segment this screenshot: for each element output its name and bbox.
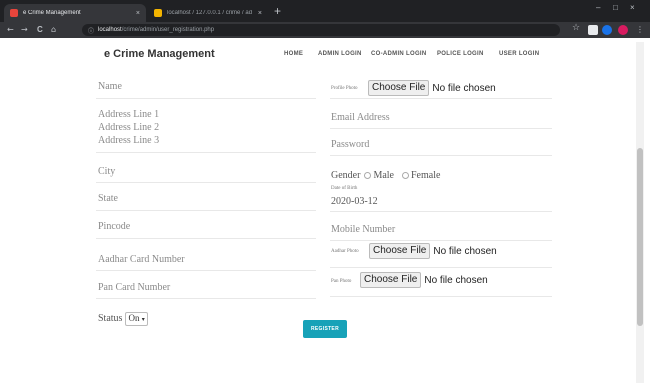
password-input[interactable]: Password bbox=[331, 138, 369, 151]
aadhar-photo-label: Aadhar Photo bbox=[331, 249, 359, 254]
address-bar[interactable]: ⓘ localhost /crime/admin/user_registrati… bbox=[82, 24, 560, 36]
status-value: On bbox=[128, 313, 140, 323]
name-underline bbox=[96, 98, 316, 99]
gender-male-radio[interactable] bbox=[364, 172, 372, 180]
choose-file-button[interactable]: Choose File bbox=[369, 243, 431, 259]
home-icon[interactable]: ⌂ bbox=[51, 24, 56, 36]
aadhar-photo-file-input[interactable]: Choose File No file chosen bbox=[369, 243, 497, 259]
dob-label: Date of Birth bbox=[331, 186, 358, 191]
pan-number-input[interactable]: Pan Card Number bbox=[98, 281, 170, 294]
site-info-icon[interactable]: ⓘ bbox=[88, 26, 94, 35]
aadhar-number-underline bbox=[96, 270, 316, 271]
address-underline bbox=[96, 152, 316, 153]
profile-photo-label: Profile Photo bbox=[331, 86, 358, 91]
pincode-input[interactable]: Pincode bbox=[98, 220, 130, 233]
profile-photo-underline bbox=[330, 98, 552, 99]
state-underline bbox=[96, 210, 316, 211]
file-status: No file chosen bbox=[424, 274, 488, 286]
city-underline bbox=[96, 182, 316, 183]
address-line-3: Address Line 3 bbox=[98, 135, 160, 146]
scrollbar-thumb[interactable] bbox=[637, 148, 643, 326]
pincode-underline bbox=[96, 238, 316, 239]
tab-favicon-icon bbox=[154, 9, 162, 17]
nav-admin-login[interactable]: ADMIN LOGIN bbox=[318, 51, 362, 57]
gender-female-label[interactable]: Female bbox=[411, 170, 440, 181]
nav-user-login[interactable]: USER LOGIN bbox=[499, 51, 539, 57]
address-line-1: Address Line 1 bbox=[98, 109, 160, 120]
profile-avatar-icon[interactable] bbox=[618, 25, 628, 35]
state-input[interactable]: State bbox=[98, 192, 118, 205]
tab-crime-management[interactable]: e Crime Management × bbox=[4, 4, 146, 22]
address-textarea[interactable]: Address Line 1 Address Line 2 Address Li… bbox=[98, 108, 159, 147]
aadhar-photo-underline bbox=[330, 267, 552, 268]
status-field: Status On ▾ bbox=[98, 312, 148, 326]
nav-home[interactable]: HOME bbox=[284, 51, 303, 57]
profile-photo-file-input[interactable]: Choose File No file chosen bbox=[368, 80, 496, 96]
gender-female-radio[interactable] bbox=[401, 172, 409, 180]
choose-file-button[interactable]: Choose File bbox=[368, 80, 430, 96]
extension-icon[interactable] bbox=[588, 25, 598, 35]
browser-menu-icon[interactable]: ⋮ bbox=[636, 24, 644, 36]
city-input[interactable]: City bbox=[98, 165, 115, 178]
tab-title: e Crime Management bbox=[23, 10, 81, 16]
tab-phpmyadmin[interactable]: localhost / 127.0.0.1 / crime / ad × bbox=[148, 4, 268, 22]
tab-close-icon[interactable]: × bbox=[136, 10, 140, 17]
status-label: Status bbox=[98, 313, 123, 324]
email-input[interactable]: Email Address bbox=[331, 111, 390, 124]
browser-tab-strip: e Crime Management × localhost / 127.0.0… bbox=[0, 0, 650, 22]
back-icon[interactable]: ← bbox=[7, 24, 14, 36]
gender-male-label[interactable]: Male bbox=[373, 170, 394, 181]
tab-favicon-icon bbox=[10, 9, 18, 17]
pan-photo-file-input[interactable]: Choose File No file chosen bbox=[360, 272, 488, 288]
file-status: No file chosen bbox=[433, 245, 497, 257]
url-host: localhost bbox=[98, 27, 122, 33]
chevron-down-icon: ▾ bbox=[141, 316, 145, 323]
password-underline bbox=[330, 155, 552, 156]
address-line-2: Address Line 2 bbox=[98, 122, 160, 133]
mobile-input[interactable]: Mobile Number bbox=[331, 223, 395, 236]
extension-icon[interactable] bbox=[602, 25, 612, 35]
forward-icon[interactable]: → bbox=[21, 24, 28, 36]
pan-photo-underline bbox=[330, 296, 552, 297]
gender-label: Gender bbox=[331, 170, 361, 181]
minimize-icon[interactable]: – bbox=[596, 3, 600, 12]
reload-icon[interactable]: C bbox=[37, 24, 43, 36]
pan-number-underline bbox=[96, 298, 316, 299]
register-button[interactable]: REGISTER bbox=[303, 320, 347, 338]
nav-police-login[interactable]: POLICE LOGIN bbox=[437, 51, 484, 57]
tab-close-icon[interactable]: × bbox=[258, 10, 262, 17]
maximize-icon[interactable]: □ bbox=[613, 3, 618, 12]
browser-toolbar: ← → C ⌂ ⓘ localhost /crime/admin/user_re… bbox=[0, 22, 650, 38]
nav-co-admin-login[interactable]: CO-ADMIN LOGIN bbox=[371, 51, 427, 57]
gender-field: Gender Male Female bbox=[331, 169, 440, 182]
new-tab-icon[interactable]: + bbox=[274, 4, 281, 18]
bookmark-star-icon[interactable]: ☆ bbox=[572, 23, 580, 33]
aadhar-number-input[interactable]: Aadhar Card Number bbox=[98, 253, 185, 266]
pan-photo-label: Pan Photo bbox=[331, 279, 352, 284]
dob-underline bbox=[330, 211, 552, 212]
tab-title: localhost / 127.0.0.1 / crime / ad bbox=[167, 10, 253, 16]
file-status: No file chosen bbox=[432, 82, 496, 94]
email-underline bbox=[330, 128, 552, 129]
name-input[interactable]: Name bbox=[98, 80, 122, 93]
url-path: /crime/admin/user_registration.php bbox=[121, 27, 215, 33]
mobile-underline bbox=[330, 240, 552, 241]
dob-input[interactable]: 2020-03-12 bbox=[331, 196, 378, 207]
close-window-icon[interactable]: × bbox=[630, 3, 635, 12]
status-select[interactable]: On ▾ bbox=[125, 312, 148, 326]
choose-file-button[interactable]: Choose File bbox=[360, 272, 422, 288]
site-brand[interactable]: e Crime Management bbox=[104, 48, 215, 60]
